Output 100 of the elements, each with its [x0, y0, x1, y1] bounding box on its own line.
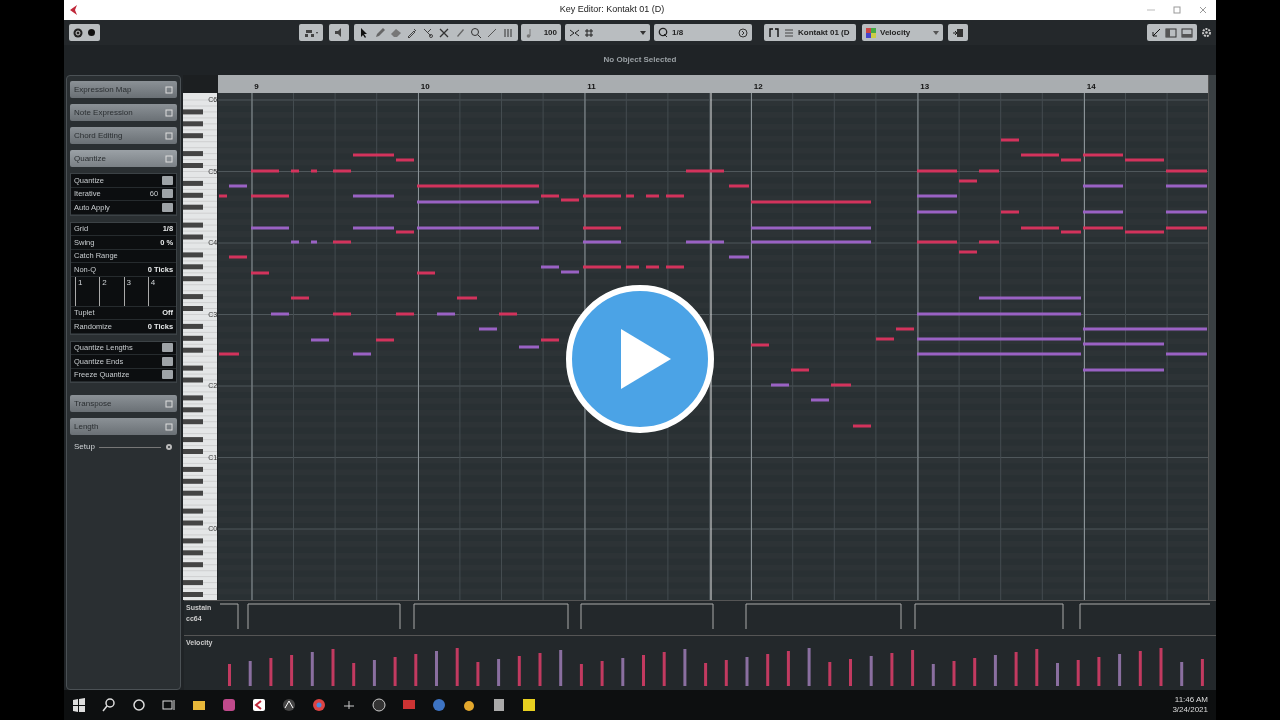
- toggle-switch[interactable]: [162, 343, 174, 353]
- clock-time[interactable]: 11:46 AM: [1172, 695, 1208, 705]
- midi-note[interactable]: [417, 184, 540, 188]
- midi-note[interactable]: [917, 352, 1082, 356]
- midi-note[interactable]: [353, 194, 395, 198]
- midi-note[interactable]: [583, 240, 622, 244]
- midi-note[interactable]: [751, 240, 872, 244]
- eraser-icon[interactable]: [390, 26, 402, 39]
- clock-date[interactable]: 3/24/2021: [1172, 705, 1208, 715]
- midi-note[interactable]: [1166, 210, 1208, 214]
- bars-icon[interactable]: [502, 26, 514, 39]
- midi-note[interactable]: [917, 210, 958, 214]
- midi-note[interactable]: [876, 337, 895, 341]
- midi-note[interactable]: [229, 255, 248, 259]
- midi-note[interactable]: [541, 194, 560, 198]
- midi-note[interactable]: [1083, 210, 1124, 214]
- panel-left-icon[interactable]: [1165, 27, 1177, 38]
- browser-icon[interactable]: [312, 698, 326, 712]
- section-header[interactable]: Chord Editing: [70, 127, 178, 144]
- midi-note[interactable]: [791, 368, 810, 372]
- search-icon[interactable]: [102, 698, 116, 712]
- midi-note[interactable]: [751, 343, 770, 347]
- midi-note[interactable]: [1166, 352, 1208, 356]
- section-header[interactable]: Quantize: [70, 150, 178, 167]
- midi-note[interactable]: [311, 240, 318, 244]
- snap-icon[interactable]: [569, 27, 580, 38]
- app-icon[interactable]: [372, 698, 386, 712]
- midi-note[interactable]: [541, 265, 560, 269]
- pointer-icon[interactable]: [358, 26, 370, 39]
- midi-note[interactable]: [1125, 230, 1165, 234]
- midi-note[interactable]: [311, 338, 330, 342]
- section-header[interactable]: Transpose: [70, 395, 178, 412]
- zoom-icon[interactable]: [470, 26, 482, 39]
- note-grid[interactable]: [218, 93, 1209, 600]
- midi-note[interactable]: [1166, 184, 1208, 188]
- toggle-switch[interactable]: [162, 356, 174, 366]
- midi-note[interactable]: [831, 383, 852, 387]
- midi-note[interactable]: [917, 169, 958, 173]
- midi-note[interactable]: [686, 169, 725, 173]
- midi-note[interactable]: [959, 179, 978, 183]
- keyboard-icon[interactable]: [952, 27, 964, 38]
- midi-note[interactable]: [771, 383, 790, 387]
- midi-note[interactable]: [353, 153, 395, 157]
- midi-note[interactable]: [479, 327, 498, 331]
- midi-note[interactable]: [1166, 226, 1208, 230]
- grid-icon[interactable]: [584, 27, 594, 38]
- midi-note[interactable]: [583, 265, 622, 269]
- midi-note[interactable]: [646, 194, 660, 198]
- midi-note[interactable]: [979, 240, 1000, 244]
- midi-note[interactable]: [1061, 230, 1082, 234]
- section-header[interactable]: Note Expression: [70, 104, 178, 121]
- midi-note[interactable]: [626, 194, 635, 198]
- dropper-icon[interactable]: [406, 26, 418, 39]
- app-icon[interactable]: [492, 698, 506, 712]
- midi-note[interactable]: [353, 226, 395, 230]
- app-icon[interactable]: [252, 698, 266, 712]
- midi-note[interactable]: [1001, 138, 1020, 142]
- midi-note[interactable]: [729, 255, 750, 259]
- midi-note[interactable]: [1083, 226, 1124, 230]
- midi-note[interactable]: [1083, 368, 1165, 372]
- midi-note[interactable]: [666, 194, 685, 198]
- midi-note[interactable]: [251, 169, 280, 173]
- midi-note[interactable]: [959, 250, 978, 254]
- toggle-switch[interactable]: [162, 370, 174, 380]
- midi-note[interactable]: [917, 240, 958, 244]
- tool-selector-icon[interactable]: [303, 27, 319, 38]
- midi-note[interactable]: [896, 327, 915, 331]
- midi-note[interactable]: [396, 158, 415, 162]
- midi-note[interactable]: [353, 352, 372, 356]
- midi-note[interactable]: [291, 240, 300, 244]
- midi-note[interactable]: [1166, 169, 1208, 173]
- midi-note[interactable]: [417, 200, 540, 204]
- scissors-icon[interactable]: [422, 26, 434, 39]
- settings-icon[interactable]: [165, 443, 174, 451]
- midi-note[interactable]: [251, 194, 290, 198]
- circle-icon[interactable]: [132, 698, 146, 712]
- app-icon[interactable]: [282, 698, 296, 712]
- toggle-switch[interactable]: [162, 175, 174, 185]
- midi-note[interactable]: [979, 296, 1082, 300]
- midi-note[interactable]: [1001, 210, 1020, 214]
- solo-icon[interactable]: [73, 27, 83, 38]
- midi-note[interactable]: [811, 398, 830, 402]
- controller-dropdown[interactable]: Velocity: [862, 24, 943, 41]
- quantize-field[interactable]: 1/8: [654, 24, 752, 41]
- midi-note[interactable]: [1125, 158, 1165, 162]
- section-header[interactable]: Expression Map: [70, 81, 178, 98]
- note-app-icon[interactable]: [522, 698, 536, 712]
- midi-note[interactable]: [1021, 153, 1060, 157]
- midi-note[interactable]: [561, 270, 580, 274]
- midi-note[interactable]: [583, 226, 622, 230]
- midi-note[interactable]: [686, 240, 725, 244]
- midi-note[interactable]: [376, 338, 395, 342]
- task-view-icon[interactable]: [162, 698, 176, 712]
- piano-keyboard-drawing[interactable]: [183, 93, 218, 600]
- midi-note[interactable]: [1083, 327, 1208, 331]
- line-icon[interactable]: [486, 26, 498, 39]
- midi-note[interactable]: [1061, 158, 1082, 162]
- cross-icon[interactable]: [438, 26, 450, 39]
- midi-note[interactable]: [729, 184, 750, 188]
- midi-note[interactable]: [457, 296, 478, 300]
